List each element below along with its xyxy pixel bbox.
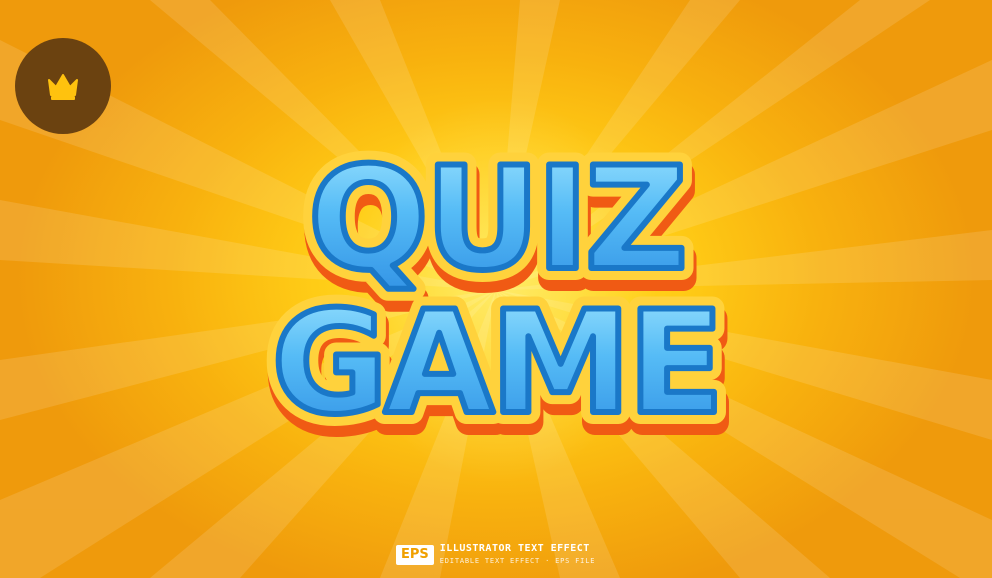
eps-tag: EPS — [396, 545, 434, 565]
format-footer: EPS ILLUSTRATOR TEXT EFFECT EDITABLE TEX… — [396, 540, 595, 570]
crown-icon — [48, 74, 78, 100]
title-line2: GAME — [272, 281, 721, 446]
footer-caption: ILLUSTRATOR TEXT EFFECT EDITABLE TEXT EF… — [440, 543, 595, 567]
poster-canvas: QUIZ GAME QUIZ GAME QUIZ GAME EPS ILLUST… — [0, 0, 992, 578]
title-line1: QUIZ — [308, 137, 684, 302]
title-text-effect: QUIZ GAME QUIZ GAME QUIZ GAME — [236, 126, 756, 446]
footer-caption-line2: EDITABLE TEXT EFFECT · EPS FILE — [439, 557, 596, 565]
premium-badge — [15, 38, 111, 134]
footer-caption-line1: ILLUSTRATOR TEXT EFFECT — [439, 543, 590, 554]
